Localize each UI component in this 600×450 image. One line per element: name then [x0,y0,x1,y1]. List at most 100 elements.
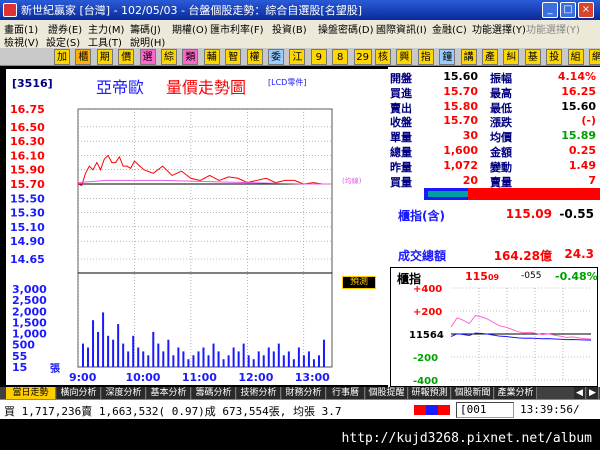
menu-item[interactable]: 國際資訊(I) [376,21,427,36]
quote-label: 振幅 [490,72,512,85]
turnover-right: 24.3 [564,247,594,261]
toolbar-button[interactable]: 輔 [203,49,220,65]
quote-label: 收盤 [390,116,412,130]
tab-item[interactable]: 籌碼分析 [192,387,236,399]
tab-item[interactable]: 財務分析 [282,387,326,399]
volume-bar [202,347,205,367]
volume-bar [237,351,240,367]
toolbar-button[interactable]: 產 [482,49,498,65]
watermark-strip: http://kujd3268.pixnet.net/album [0,420,600,450]
toolbar-button[interactable]: 基 [524,49,541,65]
toolbar-button[interactable]: 江 [289,49,306,65]
menu-item[interactable]: 操盤密碼(D) [318,21,374,36]
tab-item[interactable]: 橫向分析 [57,387,101,399]
tab-item[interactable]: 深度分析 [102,387,146,399]
toolbar-button[interactable]: 興 [396,49,413,65]
code-box[interactable]: [001 [456,402,514,418]
volume-bar [247,355,250,367]
quote-panel: 開盤 15.60 振幅 4.14% 買進 15.70 最高 16.25 賣出 15.80 最低 15.… [388,67,600,387]
menu-item[interactable]: 設定(S) [46,34,80,49]
tabs-scroll-left-icon[interactable]: ◀ [574,387,586,399]
tab-item[interactable]: 個股新聞 [452,387,494,399]
menu-item[interactable]: 金融(C) [432,21,467,36]
toolbar-button[interactable]: 8 [332,49,349,65]
quote-value: 1,600 [443,144,478,157]
volume-bar [317,355,320,367]
menu-item[interactable]: 匯市利率(F) [210,21,264,36]
plot-frame [77,108,333,368]
menu-item[interactable]: 期權(O) [172,21,208,36]
tab-item[interactable]: 個股提醒 [366,387,408,399]
y-tick-label: 16.10 [10,149,45,162]
volume-bar [312,359,315,367]
price-chart: 16.75 16.5016.3016.10 15.9015.7015.50 15.30… [10,103,333,384]
toolbar-button[interactable]: 組 [567,49,584,65]
toolbar-button[interactable]: 鐘 [439,49,456,65]
volume-bar [157,343,160,367]
turnover-label: 成交總額 [398,249,447,263]
tab-item[interactable]: 基本分析 [147,387,191,399]
menu-item[interactable]: 工具(T) [88,34,122,49]
y-tick-label: 16.30 [10,135,45,148]
quote-label: 最低 [490,101,512,115]
toolbar-button[interactable]: 加 [54,49,70,65]
toolbar-button[interactable]: 權 [246,49,263,65]
quote-row: 買量 20 賣量 7 [388,174,600,189]
toolbar-button[interactable]: 綜 [161,49,177,65]
menu-item[interactable]: 檢視(V) [4,34,39,49]
toolbar-button[interactable]: 櫃 [75,49,92,65]
close-button[interactable]: × [578,2,594,18]
menu-item[interactable]: 功能選擇(Y) [526,21,580,36]
otc-y-label: +400 [413,284,442,295]
otc-mini-panel: 櫃指 11509 -055 -0.48% +400 +200 11564 -200 -4… [390,267,598,387]
watermark-text: http://kujd3268.pixnet.net/album [341,431,592,446]
toolbar-button[interactable]: 糾 [503,49,520,65]
toolbar-button[interactable]: 期 [96,49,113,65]
toolbar-button[interactable]: 9 [310,49,327,65]
toolbar-button[interactable]: 29 [353,49,372,65]
volume-bar [147,355,150,367]
toolbar-button[interactable]: 指 [417,49,434,65]
quote-value: 16.25 [561,84,596,98]
quote-label: 買量 [390,175,412,189]
quote-row: 單量 30 均價 15.89 [388,129,600,144]
toolbar-button[interactable]: 價 [118,49,135,65]
volume-bar [292,359,295,367]
volume-bar [182,351,185,367]
y-tick-label: 15.10 [10,221,45,234]
volume-bar [322,339,325,367]
tab-item[interactable]: 研報預測 [409,387,451,399]
quote-row: 收盤 15.70 漲跌 (-) [388,114,600,129]
toolbar-button[interactable]: 類 [182,49,199,65]
menu-item[interactable]: 投資(B) [272,21,307,36]
quote-label: 賣出 [390,101,412,115]
average-line [77,179,332,185]
volume-bar [227,355,230,367]
menu-item[interactable]: 功能選擇(Y) [472,21,526,36]
toolbar-button[interactable]: 智 [225,49,242,65]
index-row: 櫃指(含) 115.09 -0.55 [388,207,600,223]
volume-bar [172,355,175,367]
volume-bar [287,351,290,367]
window-title: 新世紀贏家 [台灣] - 102/05/03 - 台盤個股走勢：綜合自選股[名望… [21,4,362,17]
tab-item[interactable]: 產業分析 [495,387,537,399]
toolbar-button[interactable]: 投 [546,49,563,65]
tab-item[interactable]: 技術分析 [237,387,281,399]
turnover-value: 164.28億 [493,249,552,263]
toolbar-button[interactable]: 選 [139,49,156,65]
toolbar-button[interactable]: 委 [268,49,284,65]
quote-label: 單量 [390,131,412,145]
app-icon [3,3,17,17]
toolbar-button[interactable]: 核 [375,49,391,65]
toolbar-button[interactable]: 講 [460,49,477,65]
toolbar-button[interactable]: 網 [589,49,600,65]
menu-item[interactable]: 說明(H) [130,34,165,49]
quote-value: 20 [462,173,478,187]
tabs-scroll-right-icon[interactable]: ▶ [587,387,599,399]
tab-item[interactable]: 當日走勢 [6,387,56,399]
tab-item[interactable]: 行事曆 [327,387,365,399]
quote-value: 15.89 [561,129,596,143]
maximize-button[interactable]: □ [560,2,576,18]
volume-bar [222,359,225,367]
minimize-button[interactable]: _ [542,2,558,18]
